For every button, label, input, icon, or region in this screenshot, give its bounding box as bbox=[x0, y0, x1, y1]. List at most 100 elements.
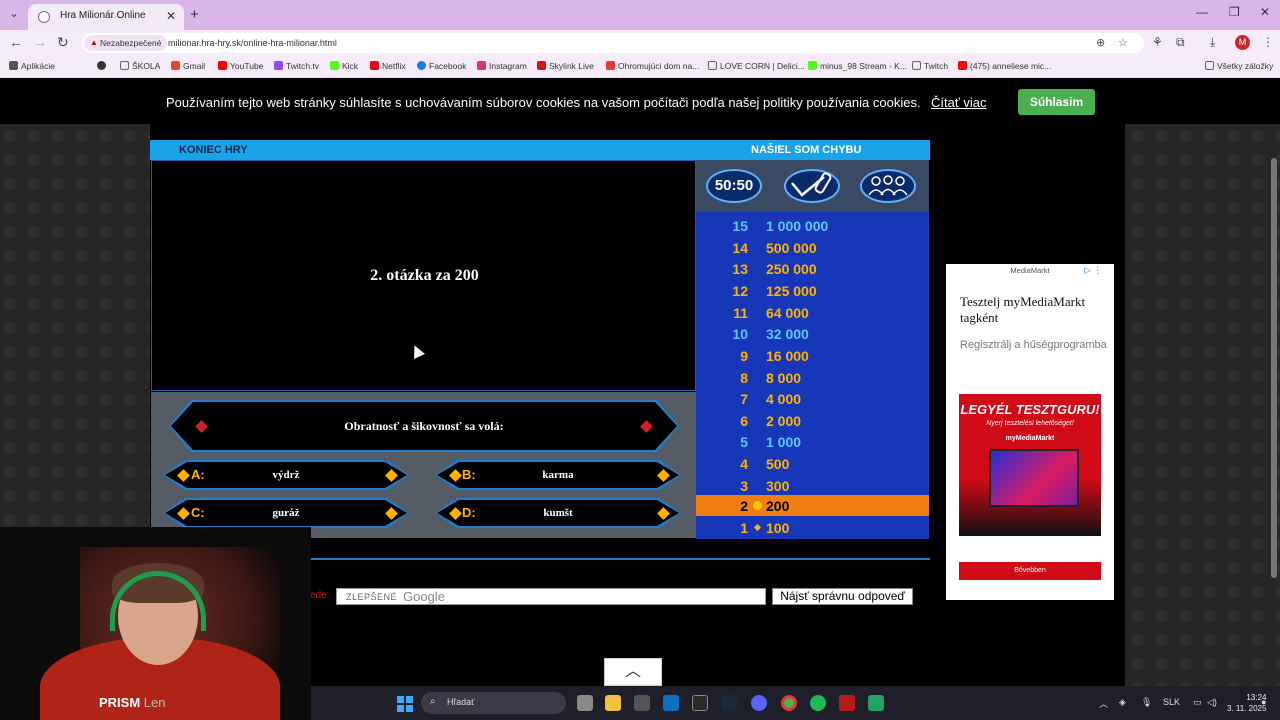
tray-app-icon[interactable]: ◈ bbox=[1119, 697, 1126, 708]
chrome-icon[interactable] bbox=[781, 695, 797, 711]
reload-icon[interactable]: ↻ bbox=[57, 34, 69, 51]
ladder-num: 1 bbox=[740, 520, 748, 536]
bookmark-kick[interactable]: Kick bbox=[330, 61, 358, 71]
cookie-read-more-link[interactable]: Čítať viac bbox=[931, 95, 986, 110]
answer-d-letter: D: bbox=[462, 505, 476, 520]
question-box: Obratnosť a šikovnosť sa volá: bbox=[171, 402, 677, 450]
download-icon[interactable]: ⤓ bbox=[1210, 35, 1215, 50]
app-green-icon[interactable] bbox=[868, 695, 884, 711]
phone-a-friend-icon[interactable] bbox=[784, 169, 840, 203]
ladder-row-9: 9 16 000 bbox=[696, 345, 929, 366]
ladder-amount: 500 bbox=[766, 456, 790, 472]
network-icon[interactable]: ▭ bbox=[1193, 697, 1202, 708]
page-scrollbar[interactable] bbox=[1271, 158, 1277, 578]
search-brand-prefix: ZLEPŠENÉ bbox=[346, 592, 398, 602]
menu-icon[interactable]: ⋮ bbox=[1262, 35, 1274, 49]
bookmark-minus98[interactable]: minus_98 Stream - K... bbox=[808, 61, 907, 71]
bookmark-star-icon[interactable]: ☆ bbox=[1118, 36, 1128, 49]
app-red-icon[interactable] bbox=[839, 695, 855, 711]
steam-icon[interactable] bbox=[721, 695, 737, 711]
bookmark-twitch[interactable]: Twitch.tv bbox=[274, 61, 319, 71]
windows-start-icon[interactable] bbox=[397, 696, 413, 712]
warning-icon: ▲ bbox=[90, 38, 98, 47]
ladder-row-4: 4 500 bbox=[696, 453, 929, 474]
taskbar-search-label: Hľadať bbox=[447, 697, 475, 707]
ladder-row-15: 15 1 000 000 bbox=[696, 215, 929, 236]
new-tab-button[interactable]: + bbox=[190, 6, 199, 23]
mediamarkt-ad[interactable]: MediaMarkt ▷ ⋮ Tesztelj myMediaMarkt tag… bbox=[946, 264, 1114, 600]
ladder-num: 14 bbox=[732, 240, 748, 256]
security-chip[interactable]: ▲ Nezabezpečené bbox=[84, 35, 168, 51]
bookmark-instagram[interactable]: Instagram bbox=[477, 61, 527, 71]
google-search-input[interactable]: ZLEPŠENÉ Google bbox=[336, 588, 766, 605]
bookmark-youtube[interactable]: YouTube bbox=[218, 61, 263, 71]
extension-icon[interactable]: ⚘ bbox=[1152, 35, 1163, 49]
zoom-icon[interactable]: ⊕ bbox=[1096, 36, 1105, 49]
bookmark-skola[interactable]: ŠKOLA bbox=[120, 61, 160, 71]
bookmark-skylink[interactable]: Skylink Live bbox=[537, 61, 594, 71]
tab-milionar[interactable]: Hra Milionár Online ✕ bbox=[28, 4, 184, 30]
back-icon[interactable]: ← bbox=[9, 34, 23, 50]
url-text[interactable]: milionar.hra-hry.sk/online-hra-milionar.… bbox=[168, 38, 337, 48]
ad-image[interactable]: LEGYÉL TESZTGURU! Nyerj tesztelési lehet… bbox=[959, 394, 1101, 536]
ladder-num: 7 bbox=[740, 391, 748, 407]
task-view-icon[interactable] bbox=[577, 695, 593, 711]
bookmark-all[interactable]: Všetky záložky bbox=[1205, 61, 1273, 71]
bookmark-twitch2[interactable]: Twitch bbox=[912, 61, 948, 71]
question-panel: Obratnosť a šikovnosť sa volá: výdrž A: … bbox=[151, 392, 696, 538]
game-bottom-border bbox=[310, 558, 930, 560]
profile-avatar[interactable]: M bbox=[1235, 35, 1250, 50]
spotify-icon[interactable] bbox=[810, 695, 826, 711]
restore-icon[interactable]: ❐ bbox=[1229, 5, 1240, 19]
ladder-num: 9 bbox=[740, 348, 748, 364]
ladder-num: 8 bbox=[740, 370, 748, 386]
puzzle-icon[interactable]: ⧉ bbox=[1176, 35, 1185, 50]
forward-icon[interactable]: → bbox=[33, 34, 47, 50]
bookmark-gmail[interactable]: Gmail bbox=[171, 61, 205, 71]
app-a-icon[interactable] bbox=[692, 695, 708, 711]
notification-icon[interactable]: ● bbox=[1261, 697, 1266, 707]
question-header: 2. otázka za 200 bbox=[370, 267, 479, 284]
file-explorer-icon[interactable] bbox=[605, 695, 621, 711]
find-answer-button[interactable]: Nájsť správnu odpoveď bbox=[772, 588, 913, 605]
address-bar[interactable]: ▲ Nezabezpečené milionar.hra-hry.sk/onli… bbox=[82, 33, 1144, 53]
close-window-icon[interactable]: ✕ bbox=[1260, 5, 1270, 19]
bookmark-lovecorn[interactable]: LOVE CORN | Delici... bbox=[708, 61, 805, 71]
bookmark-globe-icon[interactable] bbox=[97, 61, 109, 71]
tab-title: Hra Milionár Online bbox=[60, 10, 146, 21]
ad-image-brand: myMediaMarkt bbox=[1005, 435, 1055, 442]
mouse-cursor-icon bbox=[409, 343, 425, 359]
ladder-row-13: 13 250 000 bbox=[696, 258, 929, 279]
adchoices-icon[interactable]: ▷ ⋮ bbox=[1084, 265, 1102, 276]
bookmark-anneliese[interactable]: (475) anneliese mic... bbox=[958, 61, 1051, 71]
bookmark-apps[interactable]: Aplikácie bbox=[9, 61, 55, 71]
report-bug-link[interactable]: NAŠIEL SOM CHYBU bbox=[751, 144, 861, 156]
bookmark-netflix[interactable]: Netflix bbox=[370, 61, 406, 71]
outlook-icon[interactable] bbox=[663, 695, 679, 711]
minimize-icon[interactable]: — bbox=[1196, 5, 1208, 19]
ask-audience-icon[interactable] bbox=[860, 169, 916, 203]
bookmark-facebook[interactable]: Facebook bbox=[417, 61, 466, 71]
store-icon[interactable] bbox=[634, 695, 650, 711]
bookmark-dom[interactable]: Ohromujúci dom na... bbox=[606, 61, 699, 71]
ad-cta-button[interactable]: Bővebben bbox=[959, 562, 1101, 580]
volume-icon[interactable]: ◁) bbox=[1207, 697, 1217, 708]
end-game-link[interactable]: KONIEC HRY bbox=[179, 144, 248, 156]
close-tab-icon[interactable]: ✕ bbox=[166, 9, 176, 23]
mic-icon[interactable]: 🎙 bbox=[1141, 697, 1152, 708]
taskbar-search[interactable]: ⌕ Hľadať bbox=[421, 692, 566, 714]
ladder-num: 13 bbox=[732, 261, 748, 277]
ladder-row-14: 14 500 000 bbox=[696, 237, 929, 258]
scroll-to-top-button[interactable]: ︿ bbox=[604, 658, 662, 686]
ladder-amount: 250 000 bbox=[766, 261, 817, 277]
tab-search-icon[interactable]: ⌄ bbox=[6, 6, 22, 22]
discord-icon[interactable] bbox=[751, 695, 767, 711]
tray-chevron-icon[interactable]: ︿ bbox=[1099, 697, 1108, 710]
cookie-accept-button[interactable]: Súhlasim bbox=[1018, 89, 1095, 115]
ladder-amount: 100 bbox=[766, 520, 790, 536]
lifelines-bar: 50:50 bbox=[696, 160, 929, 212]
language-indicator[interactable]: SLK bbox=[1163, 697, 1180, 707]
lifeline-5050-button[interactable]: 50:50 bbox=[706, 169, 762, 203]
search-icon: ⌕ bbox=[430, 696, 436, 707]
answer-b-letter: B: bbox=[462, 467, 476, 482]
